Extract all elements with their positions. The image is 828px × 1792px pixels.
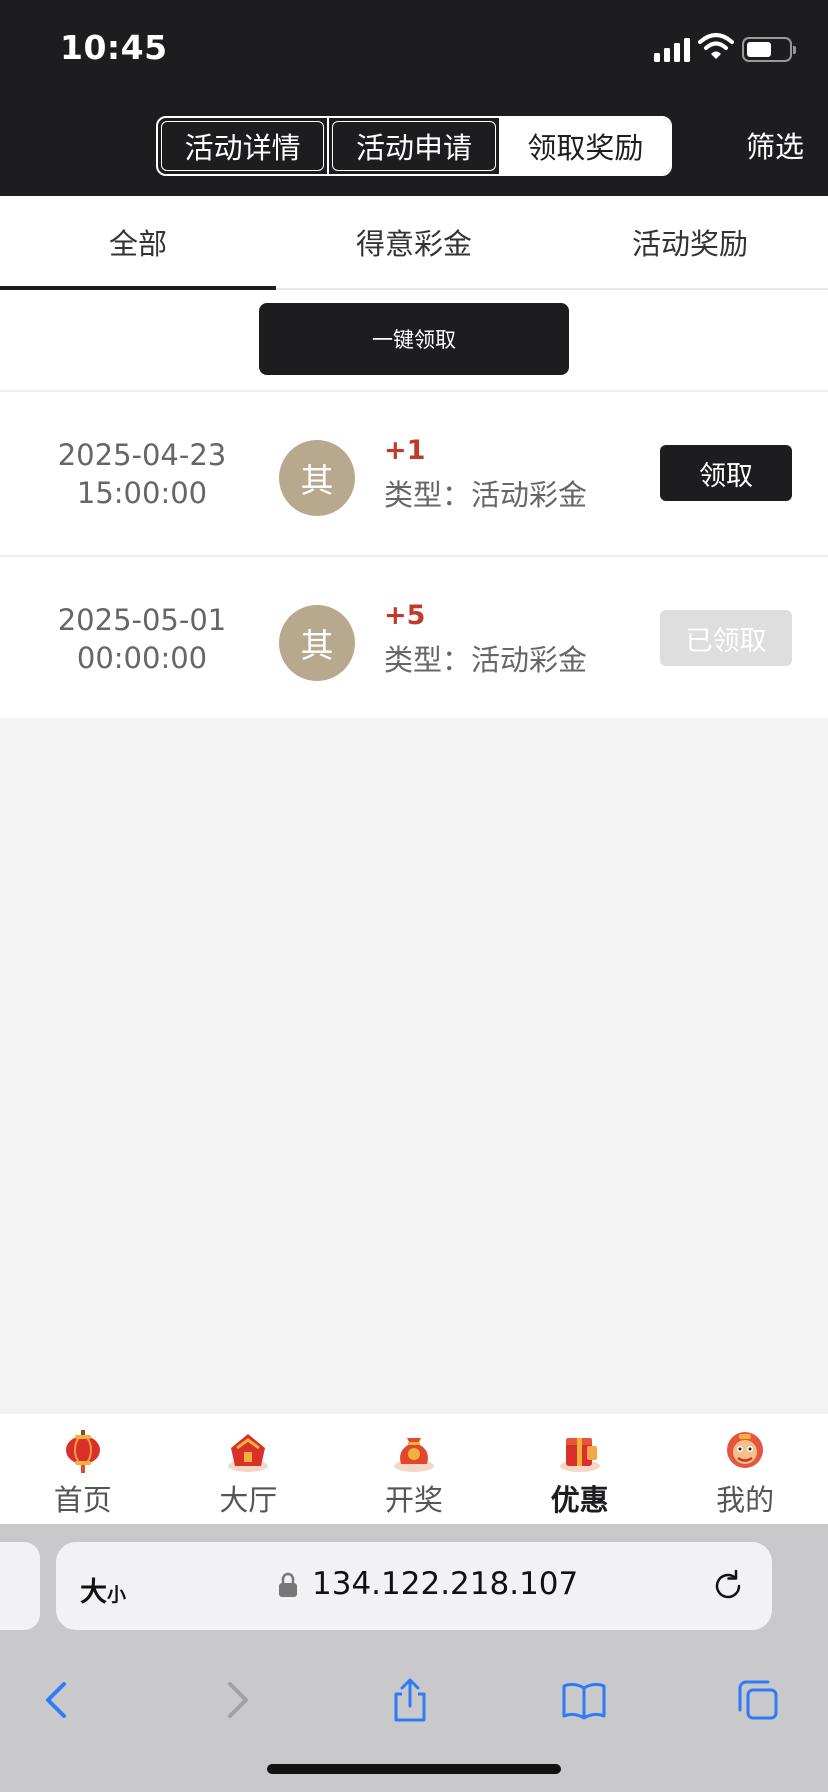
claimed-button: 已领取 [660,610,792,666]
wifi-icon [698,33,734,59]
list-item: 2025-04-23 15:00:00 其 +1 类型：活动彩金 领取 [0,390,828,555]
nav-mine[interactable]: 我的 [662,1414,828,1524]
status-time: 10:45 [60,28,168,67]
nav-draw[interactable]: 开奖 [331,1414,497,1524]
reward-datetime: 2025-04-23 15:00:00 [57,438,227,510]
previous-tab-edge[interactable] [0,1542,40,1630]
browser-toolbar [0,1648,828,1748]
reward-tabs: 全部 得意彩金 活动奖励 [0,196,828,290]
share-icon[interactable] [388,1678,432,1722]
url-text: 134.122.218.107 [312,1566,579,1602]
lock-icon [279,1572,297,1597]
reward-type: 类型：活动彩金 [384,478,588,512]
filter-button[interactable]: 筛选 [746,124,804,166]
tab-activity-rewards[interactable]: 活动奖励 [552,196,828,288]
forward-icon[interactable] [214,1678,258,1722]
browser-chrome: 大小 134.122.218.107 [0,1524,828,1792]
claim-all-bar: 一键领取 [0,290,828,390]
tab-all[interactable]: 全部 [0,196,276,290]
reward-amount: +5 [384,600,426,631]
reward-amount: +1 [384,435,426,466]
lucky-bag-icon [393,1438,434,1472]
nav-promotions[interactable]: 优惠 [497,1414,663,1524]
address-bar[interactable]: 大小 134.122.218.107 [56,1542,772,1630]
reward-type: 类型：活动彩金 [384,643,588,677]
claim-all-button[interactable]: 一键领取 [259,303,569,375]
segment-claim-rewards[interactable]: 领取奖励 [500,118,670,174]
tab-deyi-bonus[interactable]: 得意彩金 [276,196,552,288]
gift-box-icon [559,1438,600,1472]
app-header: 10:45 活动详情 活动申请 领取奖励 筛选 [0,0,828,196]
segment-activity-apply[interactable]: 活动申请 [329,118,501,174]
hall-icon [228,1434,269,1472]
text-size-button[interactable]: 大小 [80,1570,126,1609]
claim-button[interactable]: 领取 [660,445,792,501]
tabs-icon[interactable] [736,1678,780,1722]
reward-list: 2025-04-23 15:00:00 其 +1 类型：活动彩金 领取 2025… [0,390,828,718]
lion-face-icon [727,1432,764,1468]
top-segment-control: 活动详情 活动申请 领取奖励 [156,116,672,176]
back-icon[interactable] [36,1678,80,1722]
bottom-nav: 首页 大厅 开奖 优惠 我的 [0,1414,828,1524]
battery-icon [742,37,796,62]
reward-datetime: 2025-05-01 00:00:00 [57,603,227,675]
lantern-icon [65,1430,100,1473]
reload-icon[interactable] [710,1568,746,1604]
home-indicator[interactable] [267,1764,561,1774]
nav-home[interactable]: 首页 [0,1414,166,1524]
list-item: 2025-05-01 00:00:00 其 +5 类型：活动彩金 已领取 [0,555,828,718]
bookmarks-icon[interactable] [562,1678,606,1722]
cellular-signal-icon [654,36,690,62]
segment-activity-details[interactable]: 活动详情 [158,118,330,174]
reward-category-avatar: 其 [279,440,355,516]
reward-category-avatar: 其 [279,605,355,681]
nav-lobby[interactable]: 大厅 [166,1414,332,1524]
